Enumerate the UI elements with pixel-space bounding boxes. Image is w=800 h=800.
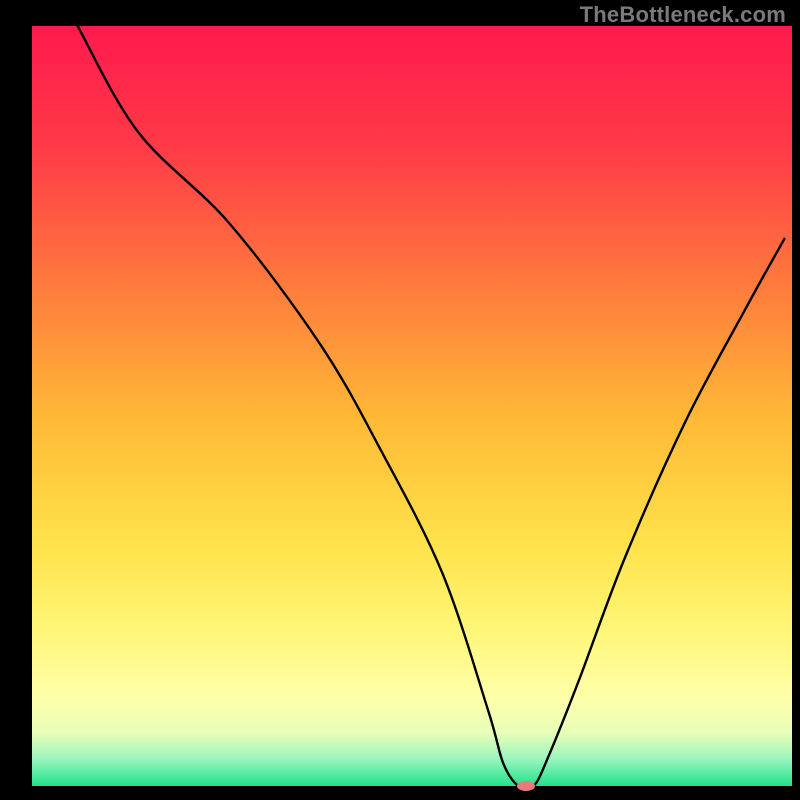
watermark-text: TheBottleneck.com bbox=[580, 2, 786, 28]
optimal-marker bbox=[517, 781, 535, 791]
bottleneck-chart bbox=[0, 0, 800, 800]
chart-frame: TheBottleneck.com bbox=[0, 0, 800, 800]
